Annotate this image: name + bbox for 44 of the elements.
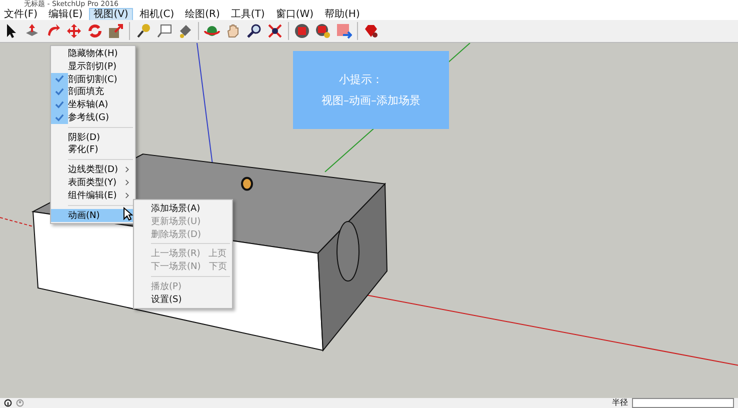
- menu-item[interactable]: 表面类型(Y): [51, 176, 135, 189]
- menu-item[interactable]: 剖面切割(C): [51, 72, 135, 86]
- menu-bar-item[interactable]: 相机(C): [135, 8, 178, 20]
- menu-bar-item[interactable]: 窗口(W): [272, 8, 318, 20]
- menu-bar-item[interactable]: 绘图(R): [181, 8, 224, 20]
- tape-measure-icon[interactable]: [135, 23, 151, 39]
- paint-bucket-icon[interactable]: [177, 23, 193, 39]
- scale-icon[interactable]: [108, 23, 124, 39]
- pan-hand-icon[interactable]: [225, 23, 241, 39]
- menu-bar-item[interactable]: 工具(T): [226, 8, 269, 20]
- text-label-icon[interactable]: [156, 23, 172, 39]
- menu-item[interactable]: 雾化(F): [51, 144, 135, 156]
- tip-text: 视图–动画–添加场景: [322, 93, 420, 108]
- field-label: 半径: [612, 398, 628, 408]
- menu-item[interactable]: 剖面填充: [51, 85, 135, 98]
- menu-bar-item[interactable]: 帮助(H): [320, 8, 364, 20]
- menu-bar-item[interactable]: 视图(V): [90, 8, 132, 20]
- side-hole: [336, 221, 360, 282]
- top-hole: [241, 176, 253, 191]
- menu-item[interactable]: 显示剖切(P): [51, 60, 135, 73]
- menu-item[interactable]: 阴影(D): [51, 130, 135, 144]
- menu-item[interactable]: 隐藏物体(H): [51, 47, 135, 60]
- follow-me-icon[interactable]: [45, 23, 61, 39]
- move-icon[interactable]: [66, 23, 82, 39]
- menu-item[interactable]: 组件编辑(E): [51, 188, 135, 202]
- info-icon[interactable]: [4, 399, 12, 407]
- tip-title: 小提示：: [339, 72, 383, 87]
- measurement-field[interactable]: [632, 398, 734, 408]
- menu-item[interactable]: 动画(N): [51, 208, 135, 222]
- mouse-cursor-icon: [123, 207, 133, 221]
- menu-item[interactable]: 边线类型(D): [51, 163, 135, 176]
- axis-extension-line: [0, 217, 34, 227]
- ruby-gem-icon[interactable]: [363, 23, 379, 39]
- menu-item[interactable]: 设置(S): [134, 292, 232, 306]
- menu-bar-item[interactable]: 编辑(E): [44, 8, 87, 20]
- menu-item[interactable]: 添加场景(A): [134, 202, 232, 215]
- search-icon[interactable]: [246, 23, 262, 39]
- orbit-icon[interactable]: [204, 23, 220, 39]
- menu-item[interactable]: 参考线(G): [51, 110, 135, 124]
- zoom-extents-icon[interactable]: [267, 23, 283, 39]
- menu-item[interactable]: 坐标轴(A): [51, 98, 135, 111]
- rotate-icon[interactable]: [87, 23, 103, 39]
- push-pull-icon[interactable]: [24, 23, 40, 39]
- menu-bar-item[interactable]: 文件(F): [0, 8, 42, 20]
